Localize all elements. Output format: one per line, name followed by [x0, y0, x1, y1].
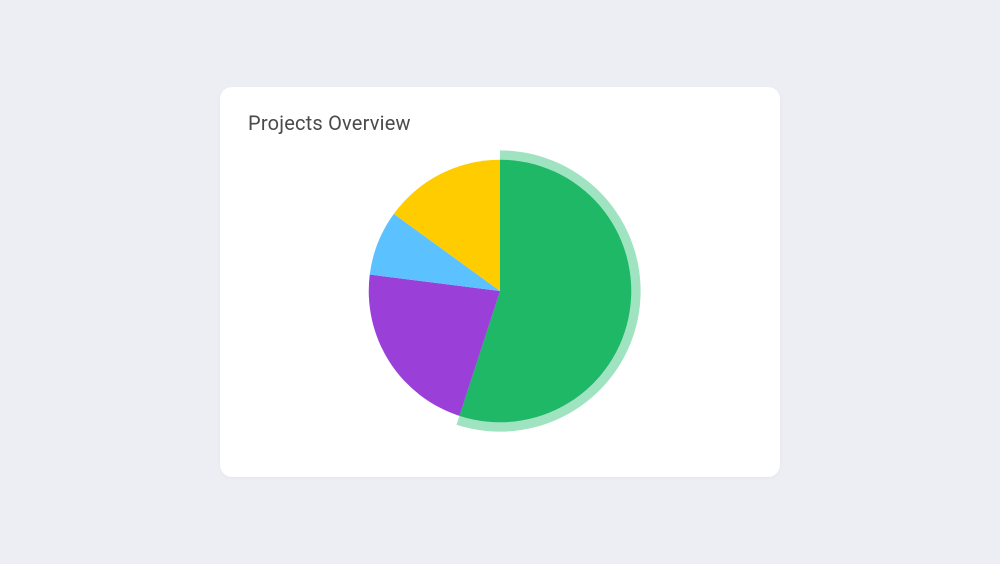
pie-chart-container	[248, 135, 752, 447]
card-title: Projects Overview	[248, 111, 752, 135]
projects-overview-card: Projects Overview	[220, 87, 780, 477]
pie-chart	[350, 141, 650, 441]
